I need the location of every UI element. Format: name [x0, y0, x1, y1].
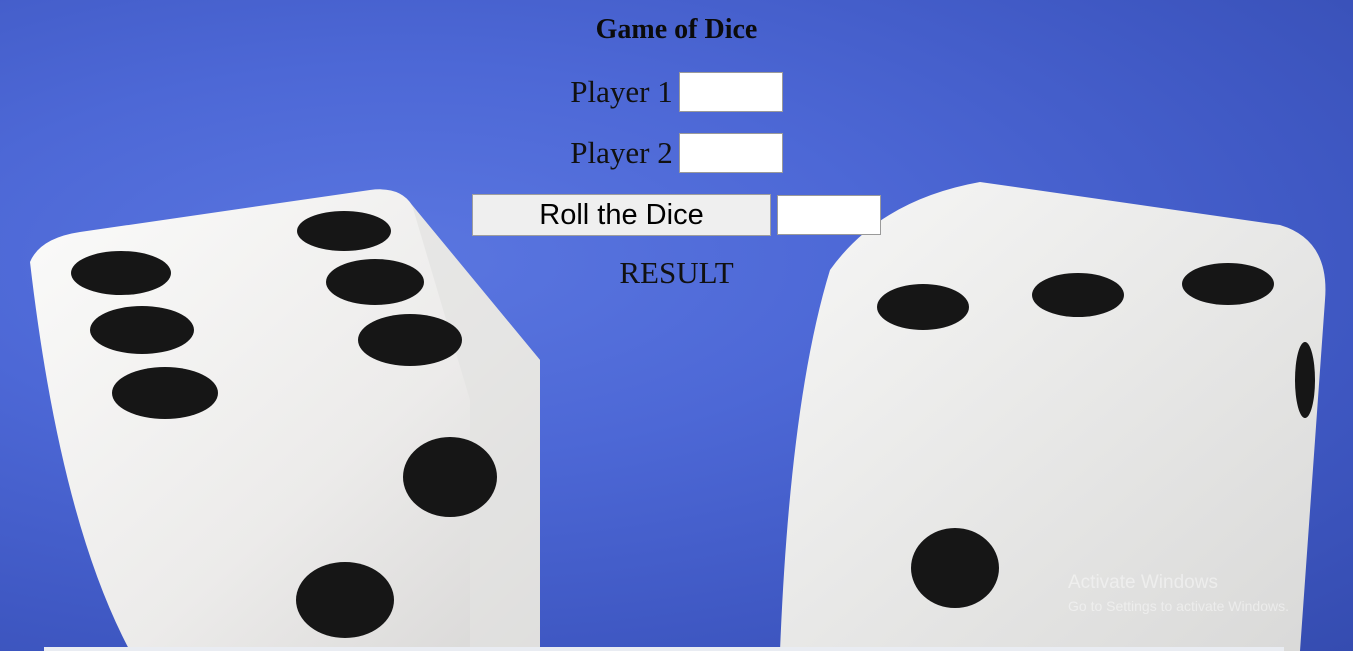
watermark-line1: Activate Windows — [1068, 572, 1218, 593]
player1-row: Player 1 — [0, 72, 1353, 112]
page-title: Game of Dice — [595, 14, 758, 45]
player2-row: Player 2 — [0, 133, 1353, 173]
bottom-edge-strip — [44, 647, 1284, 651]
result-label: RESULT — [619, 255, 734, 290]
player1-input[interactable] — [678, 72, 783, 112]
watermark-line2: Go to Settings to activate Windows. — [1068, 598, 1289, 614]
roll-row: Roll the Dice — [0, 194, 1353, 236]
player1-label: Player 1 — [570, 74, 673, 109]
roll-output-input[interactable] — [777, 195, 881, 235]
player2-label: Player 2 — [570, 135, 673, 170]
roll-dice-button[interactable]: Roll the Dice — [472, 194, 771, 236]
windows-activation-watermark: Activate Windows Go to Settings to activ… — [1068, 572, 1289, 614]
player2-input[interactable] — [678, 133, 783, 173]
